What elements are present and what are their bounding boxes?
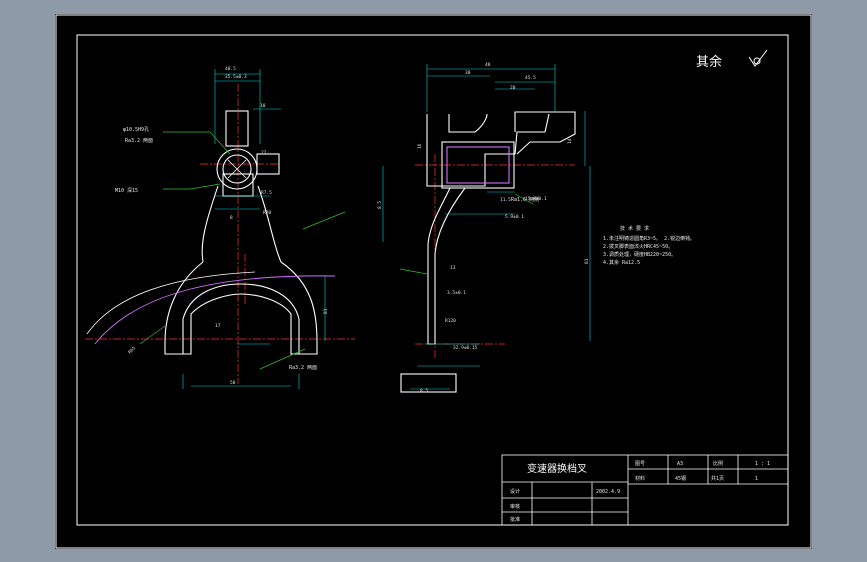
dim-label: 10 bbox=[260, 103, 266, 109]
dim-label: 48 bbox=[485, 62, 491, 68]
tech-requirements: 技 术 要 求 1.未注明铸造圆角R3~5。 2.锐边倒钝。 2.拨叉脚表面淬火… bbox=[603, 225, 695, 266]
title-cell: 共1页 bbox=[711, 475, 724, 482]
title-cell: 45钢 bbox=[675, 475, 686, 482]
callout-hole: φ10.5H9孔 bbox=[123, 126, 149, 133]
roughness-note: 其余 bbox=[696, 54, 722, 70]
dim-label: 45.5 bbox=[525, 75, 536, 81]
dim-label: 30 bbox=[465, 70, 471, 76]
callout-ra1: Ra3.2 两面 bbox=[125, 138, 153, 144]
outer-border bbox=[55, 14, 812, 549]
fork-side-view: 48 30 45.5 20 14 16 8.5 81 11.5 15.8±0.1… bbox=[377, 62, 591, 394]
dim-label: 5.9±0.1 bbox=[505, 214, 524, 220]
title-cell: 1 bbox=[755, 476, 758, 482]
tech-item: 2.拨叉脚表面淬火HRC45~50。 bbox=[603, 243, 673, 250]
dim-label: 32.9±0.15 bbox=[453, 345, 478, 351]
tech-item: 4.其余 Ra12.5 bbox=[603, 259, 640, 266]
date-cell: 2002.4.9 bbox=[596, 489, 620, 495]
dim-label: 40.5 bbox=[225, 66, 236, 72]
dim-label: 14 bbox=[567, 138, 573, 144]
dim-label: 22 bbox=[261, 150, 267, 156]
part-name: 变速器换档叉 bbox=[527, 462, 587, 475]
callout-ra2: Ra1.6 两侧 bbox=[511, 196, 539, 203]
title-cell: 图号 bbox=[635, 461, 645, 467]
dim-label: 20 bbox=[510, 85, 516, 91]
row-label: 批准 bbox=[510, 516, 520, 523]
inner-border bbox=[76, 34, 789, 526]
tech-heading: 技 术 要 求 bbox=[620, 225, 649, 232]
dim-label: 35.5±0.3 bbox=[225, 74, 247, 80]
dim-label: 3.5±0.1 bbox=[447, 290, 466, 296]
dim-label: R65 bbox=[127, 345, 137, 355]
callout-m10: M10 深15 bbox=[115, 187, 138, 194]
roughness-symbol-icon bbox=[748, 49, 768, 67]
drawing-sheet: 其余 40.5 35.5±0.3 10 22 R7.5 R20 8 81 58 … bbox=[55, 14, 812, 549]
title-cell: A3 bbox=[677, 461, 683, 467]
dim-label: 81 bbox=[584, 258, 590, 264]
dim-label: 81 bbox=[323, 308, 329, 314]
row-label: 设计 bbox=[510, 488, 520, 495]
callout-ra3: Ra3.2 两面 bbox=[289, 365, 317, 371]
dim-label: R7.5 bbox=[261, 190, 272, 196]
dim-label: 8 bbox=[230, 215, 233, 221]
dim-label: 8.5 bbox=[377, 201, 383, 209]
title-cell: 1 : 1 bbox=[755, 461, 770, 467]
dim-label: 16 bbox=[417, 143, 423, 149]
cad-drawing: 其余 40.5 35.5±0.3 10 22 R7.5 R20 8 81 58 … bbox=[55, 14, 812, 549]
dim-label: 8.5 bbox=[420, 388, 428, 394]
title-cell: 比例 bbox=[713, 460, 723, 467]
tech-item: 1.未注明铸造圆角R3~5。 2.锐边倒钝。 bbox=[603, 235, 695, 242]
dim-label: 13 bbox=[450, 265, 456, 271]
title-cell: 材料 bbox=[635, 475, 645, 482]
dim-label: 58 bbox=[230, 380, 236, 386]
dim-label: R20 bbox=[263, 210, 271, 216]
dim-label: R120 bbox=[445, 318, 456, 324]
dim-label: 11.5 bbox=[500, 197, 511, 203]
row-label: 审核 bbox=[510, 503, 520, 510]
fork-front-view: 40.5 35.5±0.3 10 22 R7.5 R20 8 81 58 17 … bbox=[85, 66, 355, 389]
dim-label: 17 bbox=[215, 323, 221, 329]
tech-item: 3.调质处理，硬度HB220~250。 bbox=[603, 251, 676, 258]
